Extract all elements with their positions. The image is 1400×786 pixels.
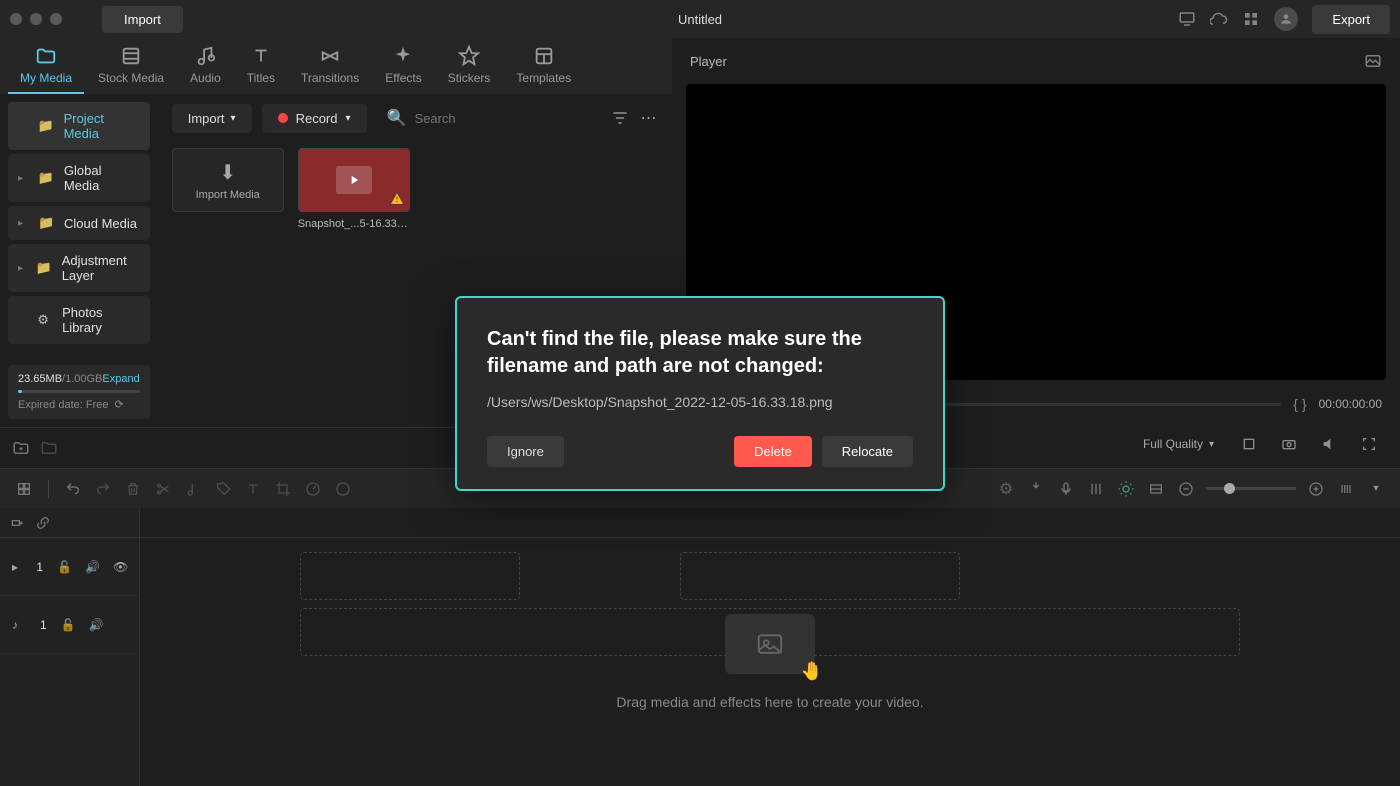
dialog-title: Can't find the file, please make sure th…: [487, 326, 913, 380]
delete-button[interactable]: Delete: [734, 436, 812, 467]
modal-backdrop: Can't find the file, please make sure th…: [0, 0, 1400, 786]
relocate-button[interactable]: Relocate: [822, 436, 913, 467]
file-missing-dialog: Can't find the file, please make sure th…: [455, 296, 945, 491]
ignore-button[interactable]: Ignore: [487, 436, 564, 467]
dialog-file-path: /Users/ws/Desktop/Snapshot_2022-12-05-16…: [487, 394, 913, 410]
